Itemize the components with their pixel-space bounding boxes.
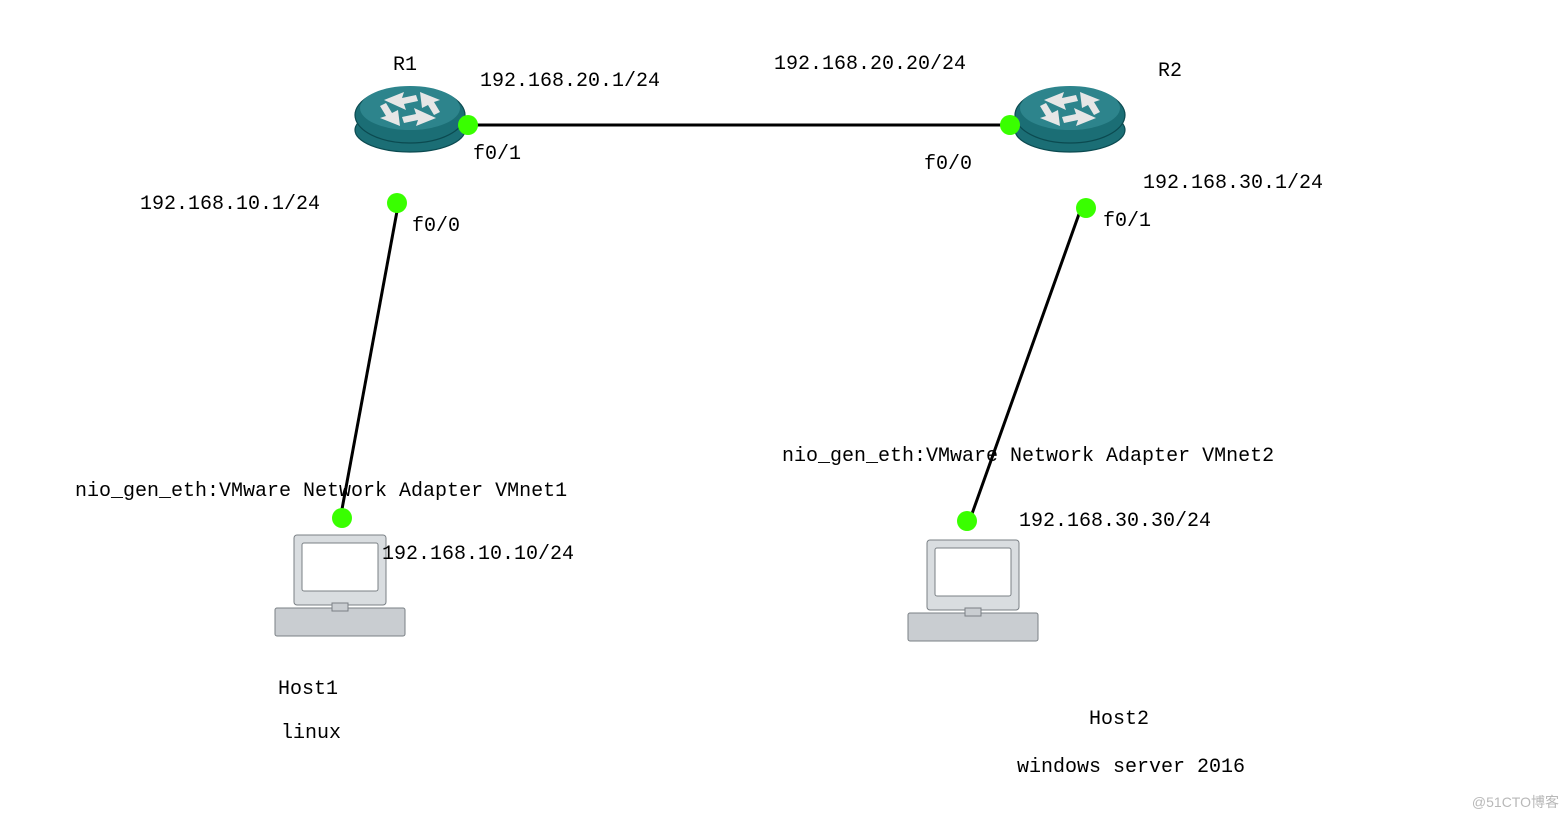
link-r1-host1 — [340, 195, 400, 520]
host1-adapter: nio_gen_eth:VMware Network Adapter VMnet… — [75, 480, 567, 503]
host2-name: Host2 — [1089, 708, 1149, 731]
r1-name: R1 — [393, 54, 417, 77]
host1-os: linux — [281, 722, 341, 745]
host2-os: windows server 2016 — [1017, 756, 1245, 779]
router-r1-icon — [355, 86, 465, 152]
r1-if-right: f0/1 — [473, 143, 521, 166]
host2-icon — [908, 540, 1038, 641]
port-dot-r2-f01 — [1076, 198, 1096, 218]
topology-canvas — [0, 0, 1567, 818]
host1-name: Host1 — [278, 678, 338, 701]
host2-adapter: nio_gen_eth:VMware Network Adapter VMnet… — [782, 445, 1274, 468]
r2-if-right: f0/1 — [1103, 210, 1151, 233]
host1-ip: 192.168.10.10/24 — [382, 543, 574, 566]
port-dot-host2 — [957, 511, 977, 531]
r1-if-left: f0/0 — [412, 215, 460, 238]
r1-ip-right: 192.168.20.1/24 — [480, 70, 660, 93]
link-r2-host2 — [968, 200, 1084, 525]
router-r2-icon — [1015, 86, 1125, 152]
r2-ip-right: 192.168.30.1/24 — [1143, 172, 1323, 195]
r1-ip-left: 192.168.10.1/24 — [140, 193, 320, 216]
port-dot-r2-f00 — [1000, 115, 1020, 135]
port-dot-r1-f00 — [387, 193, 407, 213]
watermark: @51CTO博客 — [1472, 792, 1559, 812]
host2-ip: 192.168.30.30/24 — [1019, 510, 1211, 533]
r2-ip-left: 192.168.20.20/24 — [774, 53, 966, 76]
r2-if-left: f0/0 — [924, 153, 972, 176]
port-dot-host1 — [332, 508, 352, 528]
port-dot-r1-f01 — [458, 115, 478, 135]
r2-name: R2 — [1158, 60, 1182, 83]
